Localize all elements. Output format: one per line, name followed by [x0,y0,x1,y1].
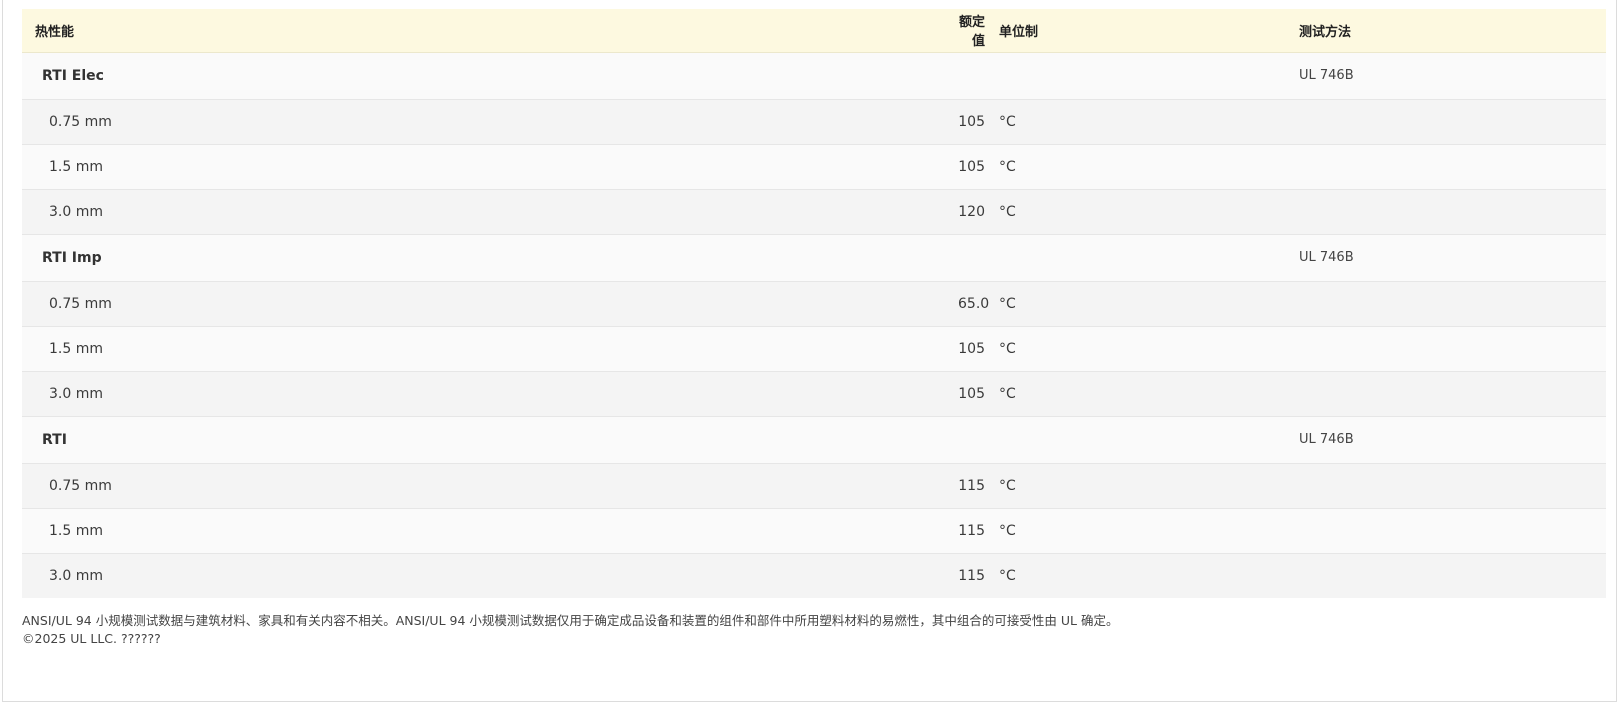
group-name: RTI Elec [42,67,104,84]
row-unit: °C [999,340,1016,357]
header-property: 热性能 [22,9,958,53]
group-name: RTI [42,431,67,448]
page-frame: 热性能 额定值 单位制 测试方法 RTI Elec UL 746B 0.75 m… [2,0,1617,702]
row-unit: °C [999,113,1016,130]
table-row: 0.75 mm 105 °C [22,99,1606,144]
row-thickness: 1.5 mm [49,158,103,175]
row-thickness: 3.0 mm [49,567,103,584]
row-thickness: 0.75 mm [49,295,112,312]
row-thickness: 0.75 mm [49,477,112,494]
row-value: 105 [958,340,985,357]
row-value: 120 [958,203,985,220]
row-value: 65.0 [958,295,990,312]
table-row: 1.5 mm 115 °C [22,508,1606,553]
thermal-properties-table: 热性能 额定值 单位制 测试方法 RTI Elec UL 746B 0.75 m… [22,9,1606,598]
header-method: 测试方法 [1299,9,1606,53]
group-name: RTI Imp [42,249,102,266]
row-unit: °C [999,522,1016,539]
header-unit: 单位制 [985,9,1299,53]
row-thickness: 3.0 mm [49,385,103,402]
copyright-notice: ©2025 UL LLC. ?????? [22,631,161,646]
table-row: 1.5 mm 105 °C [22,326,1606,371]
row-unit: °C [999,158,1016,175]
row-value: 115 [958,522,985,539]
table-row: 0.75 mm 65.0 °C [22,281,1606,326]
row-unit: °C [999,295,1016,312]
row-unit: °C [999,203,1016,220]
row-thickness: 1.5 mm [49,522,103,539]
table-row: 3.0 mm 105 °C [22,371,1606,416]
group-row: RTI Imp UL 746B [22,234,1606,281]
row-unit: °C [999,477,1016,494]
table-row: 3.0 mm 120 °C [22,189,1606,234]
row-thickness: 3.0 mm [49,203,103,220]
row-value: 105 [958,158,985,175]
table-row: 3.0 mm 115 °C [22,553,1606,598]
row-unit: °C [999,567,1016,584]
table-header-row: 热性能 额定值 单位制 测试方法 [22,9,1606,53]
header-value: 额定值 [958,9,985,53]
row-thickness: 1.5 mm [49,340,103,357]
group-test-method: UL 746B [1299,432,1354,447]
ul94-disclaimer: ANSI/UL 94 小规模测试数据与建筑材料、家具和有关内容不相关。ANSI/… [22,613,1119,628]
row-value: 105 [958,385,985,402]
group-row: RTI UL 746B [22,416,1606,463]
row-unit: °C [999,385,1016,402]
group-test-method: UL 746B [1299,68,1354,83]
footer-notes: ANSI/UL 94 小规模测试数据与建筑材料、家具和有关内容不相关。ANSI/… [22,612,1602,648]
table-row: 0.75 mm 115 °C [22,463,1606,508]
group-test-method: UL 746B [1299,250,1354,265]
row-value: 115 [958,567,985,584]
group-row: RTI Elec UL 746B [22,52,1606,99]
row-value: 105 [958,113,985,130]
table-row: 1.5 mm 105 °C [22,144,1606,189]
row-value: 115 [958,477,985,494]
row-thickness: 0.75 mm [49,113,112,130]
